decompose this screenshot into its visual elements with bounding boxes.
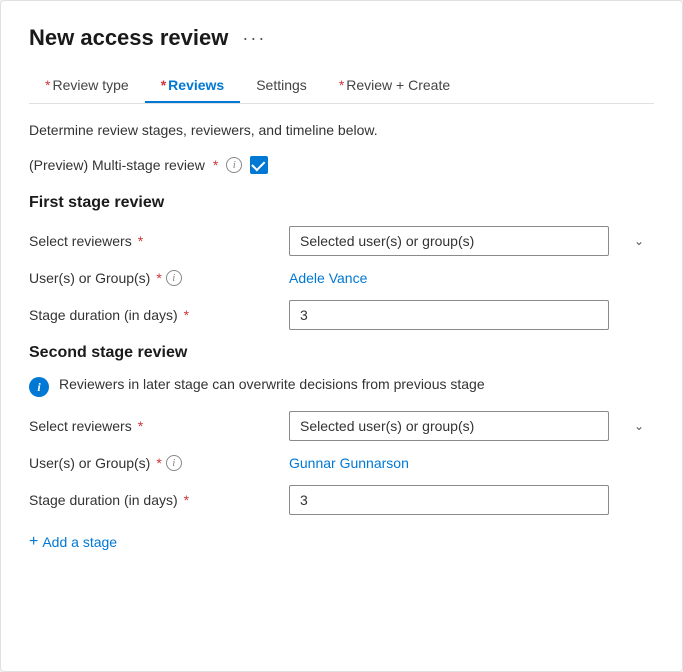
second-stage-users-groups-label: User(s) or Group(s) * i bbox=[29, 455, 289, 471]
preview-multistage-row: (Preview) Multi-stage review * i bbox=[29, 156, 654, 174]
second-stage-select-reviewers-row: Select reviewers * Selected user(s) or g… bbox=[29, 411, 654, 441]
first-stage-duration-req: * bbox=[184, 307, 189, 323]
first-stage-duration-label: Stage duration (in days) * bbox=[29, 307, 289, 323]
ellipsis-button[interactable]: ··· bbox=[238, 28, 270, 49]
first-stage-select-reviewers-input[interactable]: Selected user(s) or group(s) Manager Sel… bbox=[289, 226, 609, 256]
second-stage-select-reviewers-chevron: ⌄ bbox=[634, 419, 644, 433]
description-text: Determine review stages, reviewers, and … bbox=[29, 122, 654, 138]
second-stage-section: Second stage review i Reviewers in later… bbox=[29, 344, 654, 515]
first-stage-users-groups-label: User(s) or Group(s) * i bbox=[29, 270, 289, 286]
second-stage-select-reviewers-input[interactable]: Selected user(s) or group(s) Manager Sel… bbox=[289, 411, 609, 441]
tab-review-type-req: * bbox=[45, 77, 50, 93]
add-stage-button[interactable]: + Add a stage bbox=[29, 529, 117, 555]
first-stage-users-groups-info-icon[interactable]: i bbox=[166, 270, 182, 286]
first-stage-title: First stage review bbox=[29, 194, 654, 212]
first-stage-users-groups-req: * bbox=[156, 270, 161, 286]
first-stage-select-reviewers-chevron: ⌄ bbox=[634, 234, 644, 248]
first-stage-select-reviewers-row: Select reviewers * Selected user(s) or g… bbox=[29, 226, 654, 256]
page-title: New access review bbox=[29, 25, 228, 51]
new-access-review-card: New access review ··· *Review type *Revi… bbox=[0, 0, 683, 672]
second-stage-select-reviewers-wrapper: Selected user(s) or group(s) Manager Sel… bbox=[289, 411, 654, 441]
second-stage-title: Second stage review bbox=[29, 344, 654, 362]
first-stage-duration-row: Stage duration (in days) * bbox=[29, 300, 654, 330]
second-stage-duration-row: Stage duration (in days) * bbox=[29, 485, 654, 515]
preview-info-icon[interactable]: i bbox=[226, 157, 242, 173]
second-stage-duration-req: * bbox=[184, 492, 189, 508]
title-row: New access review ··· bbox=[29, 25, 654, 51]
preview-label: (Preview) Multi-stage review bbox=[29, 157, 205, 173]
tab-reviews[interactable]: *Reviews bbox=[145, 69, 241, 103]
second-stage-select-reviewers-label: Select reviewers * bbox=[29, 418, 289, 434]
second-stage-users-groups-value[interactable]: Gunnar Gunnarson bbox=[289, 455, 409, 471]
second-stage-users-groups-row: User(s) or Group(s) * i Gunnar Gunnarson bbox=[29, 455, 654, 471]
preview-req-star: * bbox=[213, 157, 218, 173]
tab-reviews-req: * bbox=[161, 77, 166, 93]
first-stage-users-groups-value[interactable]: Adele Vance bbox=[289, 270, 367, 286]
second-stage-info-icon: i bbox=[29, 377, 49, 397]
tabs-bar: *Review type *Reviews Settings *Review +… bbox=[29, 69, 654, 104]
tab-review-create[interactable]: *Review + Create bbox=[323, 69, 466, 103]
first-stage-select-reviewers-label: Select reviewers * bbox=[29, 233, 289, 249]
second-stage-users-groups-info-icon[interactable]: i bbox=[166, 455, 182, 471]
tab-review-create-req: * bbox=[339, 77, 344, 93]
plus-icon: + bbox=[29, 533, 38, 551]
first-stage-select-reviewers-req: * bbox=[138, 233, 143, 249]
first-stage-users-groups-row: User(s) or Group(s) * i Adele Vance bbox=[29, 270, 654, 286]
second-stage-info-banner: i Reviewers in later stage can overwrite… bbox=[29, 376, 654, 397]
second-stage-select-reviewers-req: * bbox=[138, 418, 143, 434]
second-stage-duration-input[interactable] bbox=[289, 485, 609, 515]
first-stage-section: First stage review Select reviewers * Se… bbox=[29, 194, 654, 330]
add-stage-label: Add a stage bbox=[42, 534, 117, 550]
first-stage-duration-input[interactable] bbox=[289, 300, 609, 330]
second-stage-duration-label: Stage duration (in days) * bbox=[29, 492, 289, 508]
preview-checkbox[interactable] bbox=[250, 156, 268, 174]
tab-review-type[interactable]: *Review type bbox=[29, 69, 145, 103]
second-stage-info-message: Reviewers in later stage can overwrite d… bbox=[59, 376, 485, 392]
second-stage-users-groups-req: * bbox=[156, 455, 161, 471]
tab-settings[interactable]: Settings bbox=[240, 69, 323, 103]
first-stage-select-reviewers-wrapper: Selected user(s) or group(s) Manager Sel… bbox=[289, 226, 654, 256]
